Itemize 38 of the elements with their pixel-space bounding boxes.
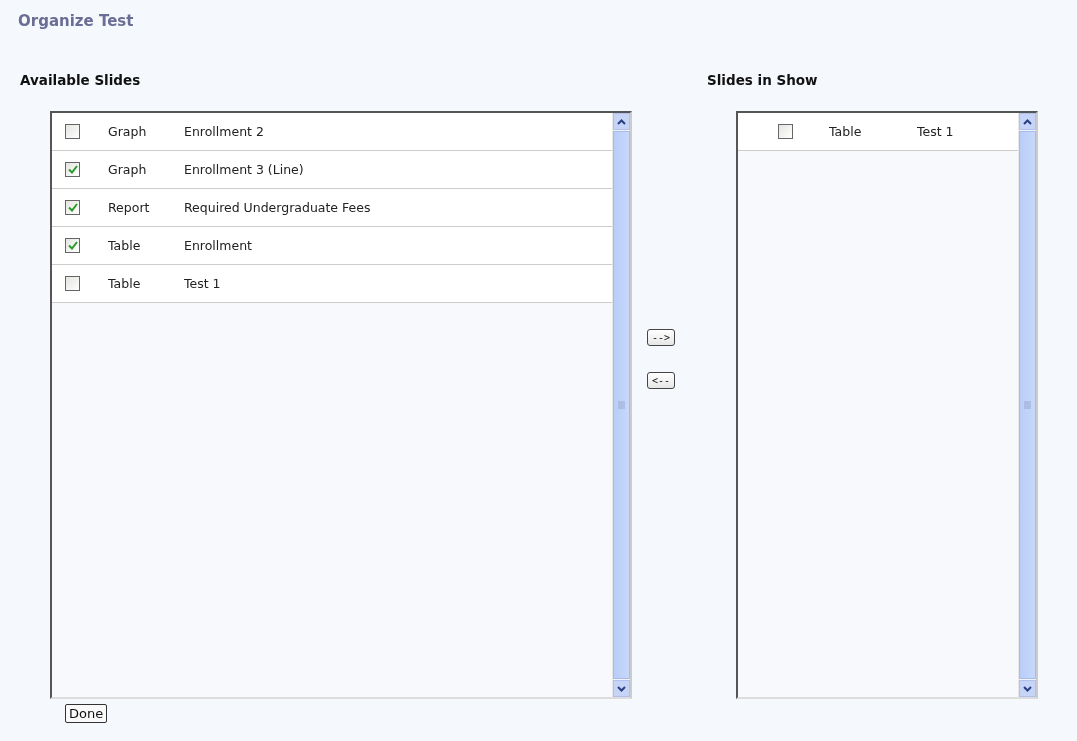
page-title: Organize Test	[17, 11, 134, 28]
slide-type: Graph	[108, 162, 148, 177]
slide-name: Test 1	[184, 276, 221, 291]
slide-name: Enrollment 2	[184, 124, 264, 139]
list-row[interactable]: Table Enrollment	[52, 227, 612, 265]
list-heading: Slides in Show	[707, 72, 818, 88]
slide-type: Table	[108, 276, 142, 291]
slide-type: Report	[108, 200, 151, 215]
checkbox[interactable]	[65, 200, 80, 215]
list-row[interactable]: Table Test 1	[738, 113, 1018, 151]
scroll-down-icon[interactable]	[613, 680, 630, 697]
grip-icon	[618, 401, 625, 409]
slide-name: Required Undergraduate Fees	[184, 200, 371, 215]
done-button[interactable]: Done	[65, 704, 108, 723]
scroll-up-icon[interactable]	[613, 113, 630, 130]
slide-type: Table	[829, 124, 863, 139]
list-row[interactable]: Graph Enrollment 2	[52, 113, 612, 151]
slide-name: Enrollment 3 (Line)	[184, 162, 304, 177]
slide-type: Graph	[108, 124, 148, 139]
list-row[interactable]: Graph Enrollment 3 (Line)	[52, 151, 612, 189]
list-row[interactable]: Report Required Undergraduate Fees	[52, 189, 612, 227]
checkbox[interactable]	[778, 124, 793, 139]
checkbox[interactable]	[65, 124, 80, 139]
slide-type: Table	[108, 238, 142, 253]
scrollbar[interactable]	[612, 113, 630, 697]
checkbox[interactable]	[65, 238, 80, 253]
list-row[interactable]: Table Test 1	[52, 265, 612, 303]
scroll-down-icon[interactable]	[1019, 680, 1036, 697]
scroll-up-icon[interactable]	[1019, 113, 1036, 130]
scrollbar[interactable]	[1018, 113, 1036, 697]
move-button[interactable]: -->	[647, 329, 676, 346]
move-button[interactable]: <--	[647, 372, 676, 389]
grip-icon	[1024, 401, 1031, 409]
list-heading: Available Slides	[20, 72, 141, 88]
slide-name: Enrollment	[184, 238, 252, 253]
slide-name: Test 1	[917, 124, 954, 139]
checkbox[interactable]	[65, 276, 80, 291]
checkbox[interactable]	[65, 162, 80, 177]
